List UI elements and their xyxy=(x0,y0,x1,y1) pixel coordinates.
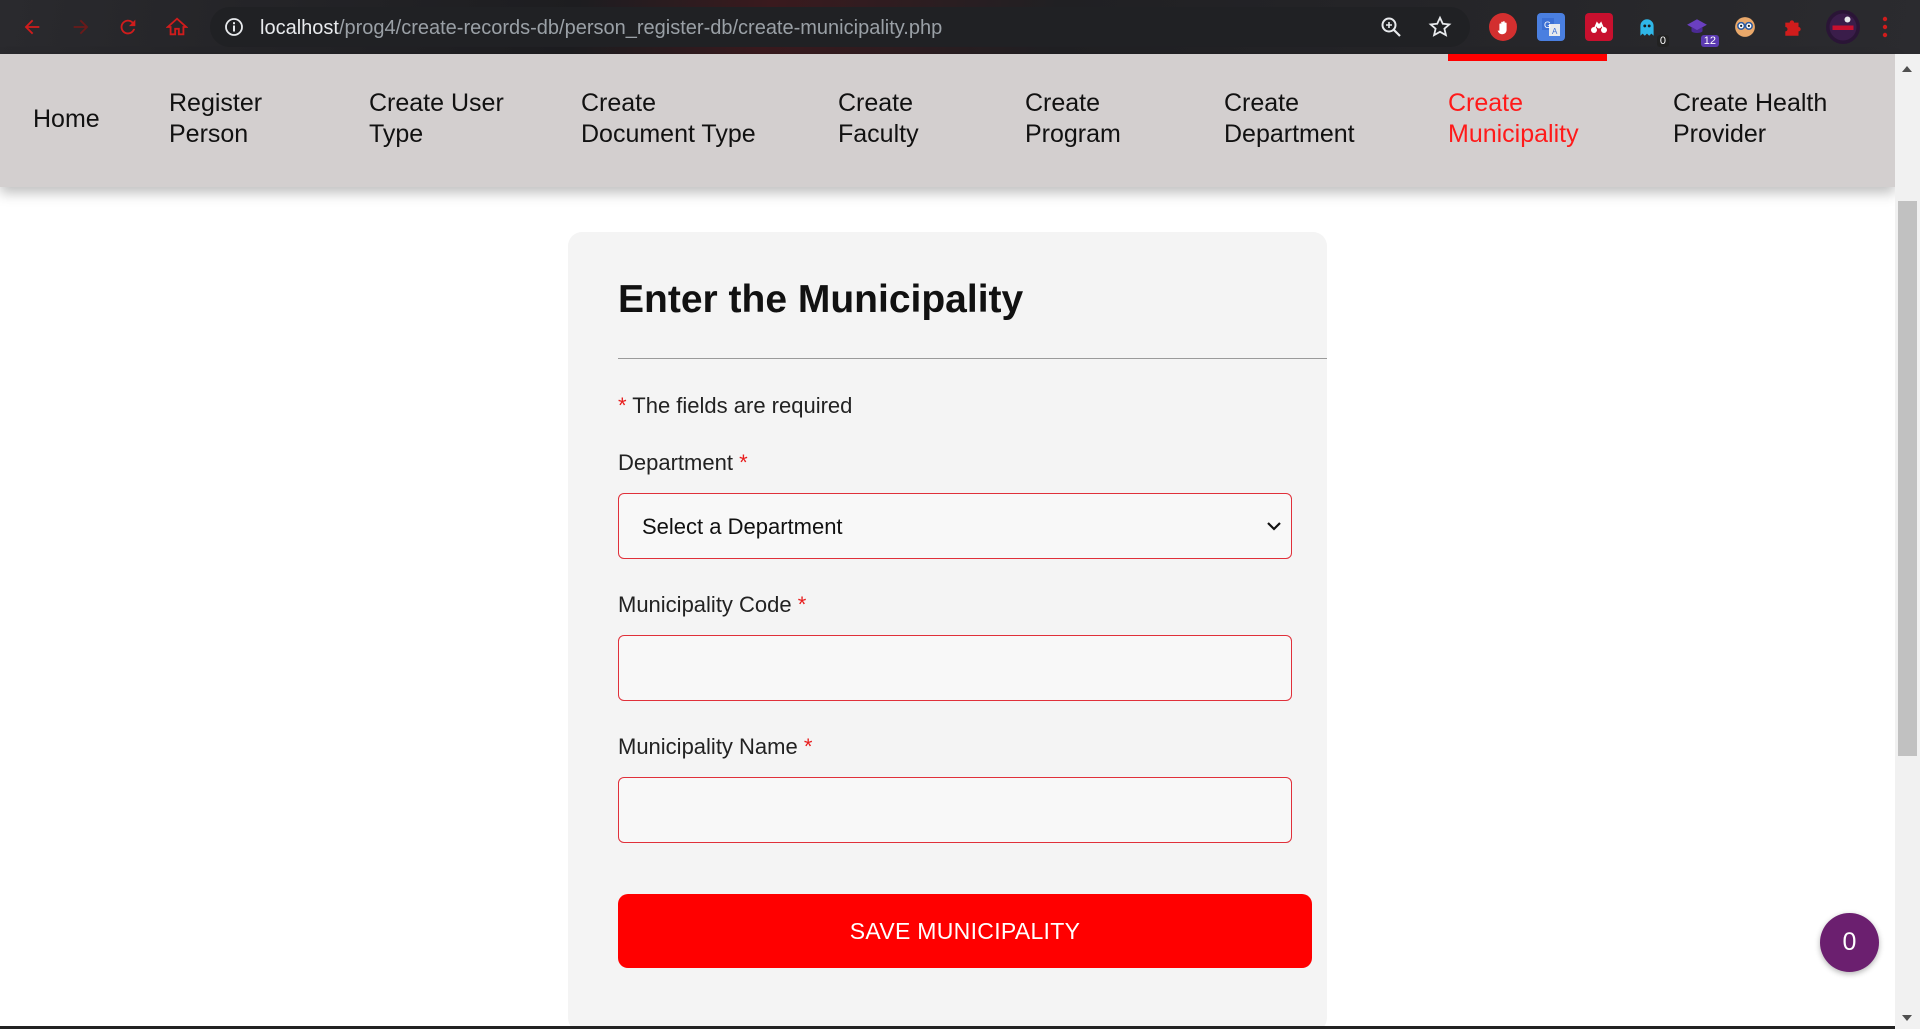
nav-label-line2: Municipality xyxy=(1448,120,1579,148)
nav-create-document-type[interactable]: Create Document Type xyxy=(581,88,756,150)
nav-label-line2: Document Type xyxy=(581,120,756,148)
google-translate-icon[interactable]: GA xyxy=(1537,13,1565,41)
nav-home-label: Home xyxy=(33,105,100,133)
forward-arrow-icon[interactable] xyxy=(66,12,96,42)
nav-create-faculty[interactable]: Create Faculty xyxy=(838,88,919,150)
municipality-name-label: Municipality Name * xyxy=(618,734,812,760)
nav-label-line1: Create Health xyxy=(1673,89,1828,117)
main-navigation: Home Register Person Create User Type Cr… xyxy=(0,54,1895,187)
nav-label-line1: Register xyxy=(169,89,263,117)
nav-create-municipality[interactable]: Create Municipality xyxy=(1448,88,1579,150)
municipality-name-label-text: Municipality Name xyxy=(618,734,798,759)
nav-create-program[interactable]: Create Program xyxy=(1025,88,1121,150)
department-select[interactable]: Select a Department xyxy=(618,493,1292,559)
ghost-badge: 0 xyxy=(1656,35,1669,47)
profile-avatar-icon[interactable] xyxy=(1826,10,1860,44)
active-nav-indicator xyxy=(1448,54,1607,61)
browser-menu-icon[interactable] xyxy=(1880,14,1890,40)
graduation-cap-icon[interactable]: 12 xyxy=(1683,13,1719,47)
url-text: localhost/prog4/create-records-db/person… xyxy=(260,17,942,40)
address-bar[interactable]: localhost/prog4/create-records-db/person… xyxy=(210,7,1470,47)
page-scrollbar[interactable] xyxy=(1895,54,1920,1029)
nav-create-health-provider[interactable]: Create Health Provider xyxy=(1673,88,1827,150)
nav-label-line2: Faculty xyxy=(838,120,919,148)
nav-label-line2: Program xyxy=(1025,120,1121,148)
required-asterisk: * xyxy=(739,450,748,475)
municipality-code-label-text: Municipality Code xyxy=(618,592,792,617)
home-icon[interactable] xyxy=(162,12,192,42)
nav-create-department[interactable]: Create Department xyxy=(1224,88,1355,150)
site-info-icon[interactable] xyxy=(224,17,244,37)
required-asterisk: * xyxy=(803,734,813,759)
url-host: localhost xyxy=(260,17,339,39)
save-municipality-button[interactable]: SAVE MUNICIPALITY xyxy=(618,894,1312,968)
scrollbar-thumb[interactable] xyxy=(1898,201,1917,756)
nav-register-person[interactable]: Register Person xyxy=(169,88,262,150)
glasses-face-icon[interactable] xyxy=(1731,13,1759,41)
browser-toolbar: localhost/prog4/create-records-db/person… xyxy=(0,0,1920,54)
mendeley-icon[interactable] xyxy=(1585,13,1613,41)
municipality-code-input[interactable] xyxy=(618,635,1292,701)
department-label: Department * xyxy=(618,450,748,476)
chevron-down-icon xyxy=(1267,522,1281,531)
nav-create-user-type[interactable]: Create User Type xyxy=(369,88,504,150)
nav-label-line1: Create xyxy=(838,89,914,117)
nav-label-line1: Create xyxy=(581,89,657,117)
url-path: /prog4/create-records-db/person_register… xyxy=(338,17,943,39)
svg-text:A: A xyxy=(1552,27,1558,36)
nav-label-line2: Provider xyxy=(1673,120,1767,148)
nav-home[interactable]: Home xyxy=(33,104,100,135)
nav-label-line1: Create xyxy=(1448,89,1524,117)
nav-label-line1: Create xyxy=(1025,89,1101,117)
scroll-down-arrow-icon[interactable] xyxy=(1902,1015,1912,1021)
department-selected-value: Select a Department xyxy=(642,514,843,539)
municipality-code-label: Municipality Code * xyxy=(618,592,806,618)
scroll-up-arrow-icon[interactable] xyxy=(1902,66,1912,72)
adblock-icon[interactable] xyxy=(1489,13,1517,41)
back-arrow-icon[interactable] xyxy=(17,12,47,42)
nav-label-line2: Person xyxy=(169,120,249,148)
title-divider xyxy=(618,358,1327,359)
municipality-form-card: Enter the Municipality * The fields are … xyxy=(568,232,1327,1029)
reload-icon[interactable] xyxy=(113,12,143,42)
department-label-text: Department xyxy=(618,450,733,475)
svg-text:G: G xyxy=(1544,20,1551,30)
required-asterisk: * xyxy=(797,592,807,617)
graduation-badge: 12 xyxy=(1700,35,1719,47)
required-asterisk: * xyxy=(618,393,627,418)
floating-counter-badge[interactable]: 0 xyxy=(1820,913,1879,972)
nav-label-line2: Type xyxy=(369,120,424,148)
bookmark-star-icon[interactable] xyxy=(1428,15,1452,39)
nav-label-line1: Create xyxy=(1224,89,1300,117)
zoom-icon[interactable] xyxy=(1380,16,1402,38)
form-title: Enter the Municipality xyxy=(618,278,1024,321)
nav-label-line2: Department xyxy=(1224,120,1355,148)
required-note: * The fields are required xyxy=(618,393,852,419)
nav-label-line1: Create User xyxy=(369,89,504,117)
required-note-text: The fields are required xyxy=(632,393,853,418)
puzzle-extensions-icon[interactable] xyxy=(1779,13,1807,41)
municipality-name-input[interactable] xyxy=(618,777,1292,843)
ghost-icon[interactable]: 0 xyxy=(1633,13,1669,47)
